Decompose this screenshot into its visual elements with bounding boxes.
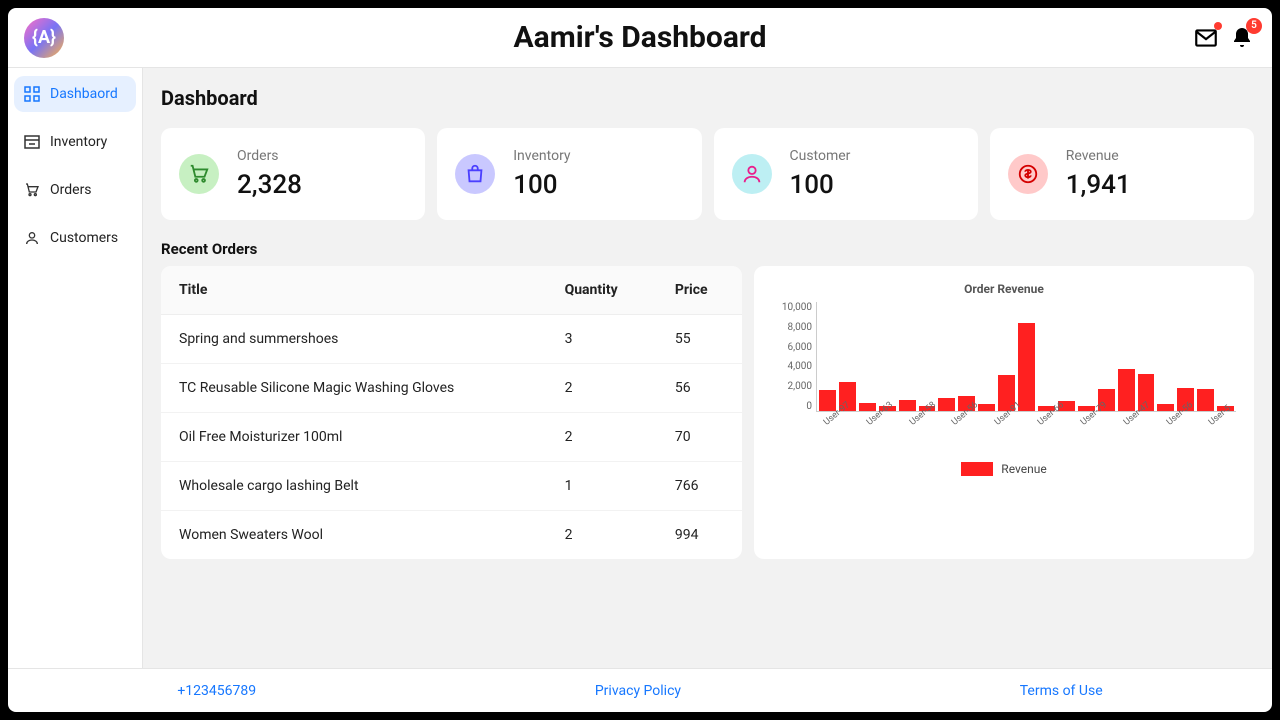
cell-price: 994 (657, 511, 742, 560)
mail-badge-dot (1214, 22, 1222, 30)
sidebar-item-customers[interactable]: Customers (14, 220, 136, 256)
cell-price: 70 (657, 413, 742, 462)
sidebar-item-label: Orders (50, 182, 92, 198)
cell-quantity: 3 (547, 315, 657, 364)
table-row: Wholesale cargo lashing Belt1766 (161, 462, 742, 511)
footer-phone[interactable]: +123456789 (177, 683, 256, 699)
col-quantity: Quantity (547, 266, 657, 315)
cell-title: Wholesale cargo lashing Belt (161, 462, 547, 511)
chart-x-label (856, 416, 867, 427)
cell-title: Spring and summershoes (161, 315, 547, 364)
footer-terms[interactable]: Terms of Use (1020, 683, 1103, 699)
stat-value: 100 (513, 170, 570, 200)
col-title: Title (161, 266, 547, 315)
chart-x-label (1236, 416, 1247, 427)
chart-bar (1197, 389, 1214, 411)
orders-icon (24, 182, 40, 198)
dollar-icon (1008, 154, 1048, 194)
cell-quantity: 2 (547, 413, 657, 462)
sidebar: Dashbaord Inventory Orders Customers (8, 68, 143, 668)
stat-card-orders: Orders 2,328 (161, 128, 425, 220)
cell-quantity: 2 (547, 511, 657, 560)
chart-bar (1157, 404, 1174, 411)
table-row: Women Sweaters Wool2994 (161, 511, 742, 560)
chart-legend: Revenue (772, 462, 1236, 476)
stat-card-inventory: Inventory 100 (437, 128, 701, 220)
main-heading: Dashboard (161, 86, 1254, 110)
avatar[interactable]: {A} (24, 18, 64, 58)
stat-card-customer: Customer 100 (714, 128, 978, 220)
cell-title: Women Sweaters Wool (161, 511, 547, 560)
footer-privacy[interactable]: Privacy Policy (595, 683, 681, 699)
bell-icon[interactable]: 5 (1228, 24, 1256, 52)
customers-icon (24, 230, 40, 246)
sidebar-item-inventory[interactable]: Inventory (14, 124, 136, 160)
col-price: Price (657, 266, 742, 315)
chart-bar (859, 403, 876, 411)
table-row: TC Reusable Silicone Magic Washing Glove… (161, 364, 742, 413)
stat-value: 2,328 (237, 170, 302, 200)
stat-card-revenue: Revenue 1,941 (990, 128, 1254, 220)
chart-x-label (1113, 416, 1124, 427)
page-title: Aamir's Dashboard (514, 20, 767, 55)
stat-value: 1,941 (1066, 170, 1131, 200)
cell-title: Oil Free Moisturizer 100ml (161, 413, 547, 462)
inventory-icon (24, 134, 40, 150)
cell-title: TC Reusable Silicone Magic Washing Glove… (161, 364, 547, 413)
recent-orders-heading: Recent Orders (161, 240, 1254, 258)
cell-quantity: 1 (547, 462, 657, 511)
chart-title: Order Revenue (772, 282, 1236, 296)
table-row: Oil Free Moisturizer 100ml270 (161, 413, 742, 462)
stat-label: Orders (237, 148, 302, 164)
cart-icon (179, 154, 219, 194)
chart-x-label (1156, 416, 1167, 427)
cell-price: 55 (657, 315, 742, 364)
legend-label: Revenue (1001, 462, 1046, 476)
mail-icon[interactable] (1192, 24, 1220, 52)
table-row: Spring and summershoes355 (161, 315, 742, 364)
dashboard-icon (24, 86, 40, 102)
chart-plot (816, 302, 1236, 412)
sidebar-item-orders[interactable]: Orders (14, 172, 136, 208)
chart-bar (978, 404, 995, 411)
user-icon (732, 154, 772, 194)
chart-bar (819, 390, 836, 411)
sidebar-item-label: Customers (50, 230, 118, 246)
chart-x-label (1070, 416, 1081, 427)
chart-bar (1118, 369, 1135, 412)
sidebar-item-label: Inventory (50, 134, 107, 150)
legend-color-box (961, 462, 993, 476)
chart-x-label (899, 416, 910, 427)
stat-label: Customer (790, 148, 851, 164)
chart-x-axis: User-97User-63User-58User-56User-91User-… (816, 412, 1236, 422)
chart-bar (899, 400, 916, 411)
bell-badge-count: 5 (1246, 18, 1262, 34)
stat-label: Revenue (1066, 148, 1131, 164)
chart-bar (938, 398, 955, 411)
revenue-chart: Order Revenue 10,0008,0006,0004,0002,000… (754, 266, 1254, 559)
bag-icon (455, 154, 495, 194)
cell-quantity: 2 (547, 364, 657, 413)
cell-price: 56 (657, 364, 742, 413)
chart-y-axis: 10,0008,0006,0004,0002,0000 (772, 302, 816, 412)
stat-label: Inventory (513, 148, 570, 164)
cell-price: 766 (657, 462, 742, 511)
sidebar-item-label: Dashbaord (50, 86, 118, 102)
chart-bar (1018, 323, 1035, 411)
recent-orders-table: Title Quantity Price Spring and summersh… (161, 266, 742, 559)
stat-value: 100 (790, 170, 851, 200)
sidebar-item-dashboard[interactable]: Dashbaord (14, 76, 136, 112)
